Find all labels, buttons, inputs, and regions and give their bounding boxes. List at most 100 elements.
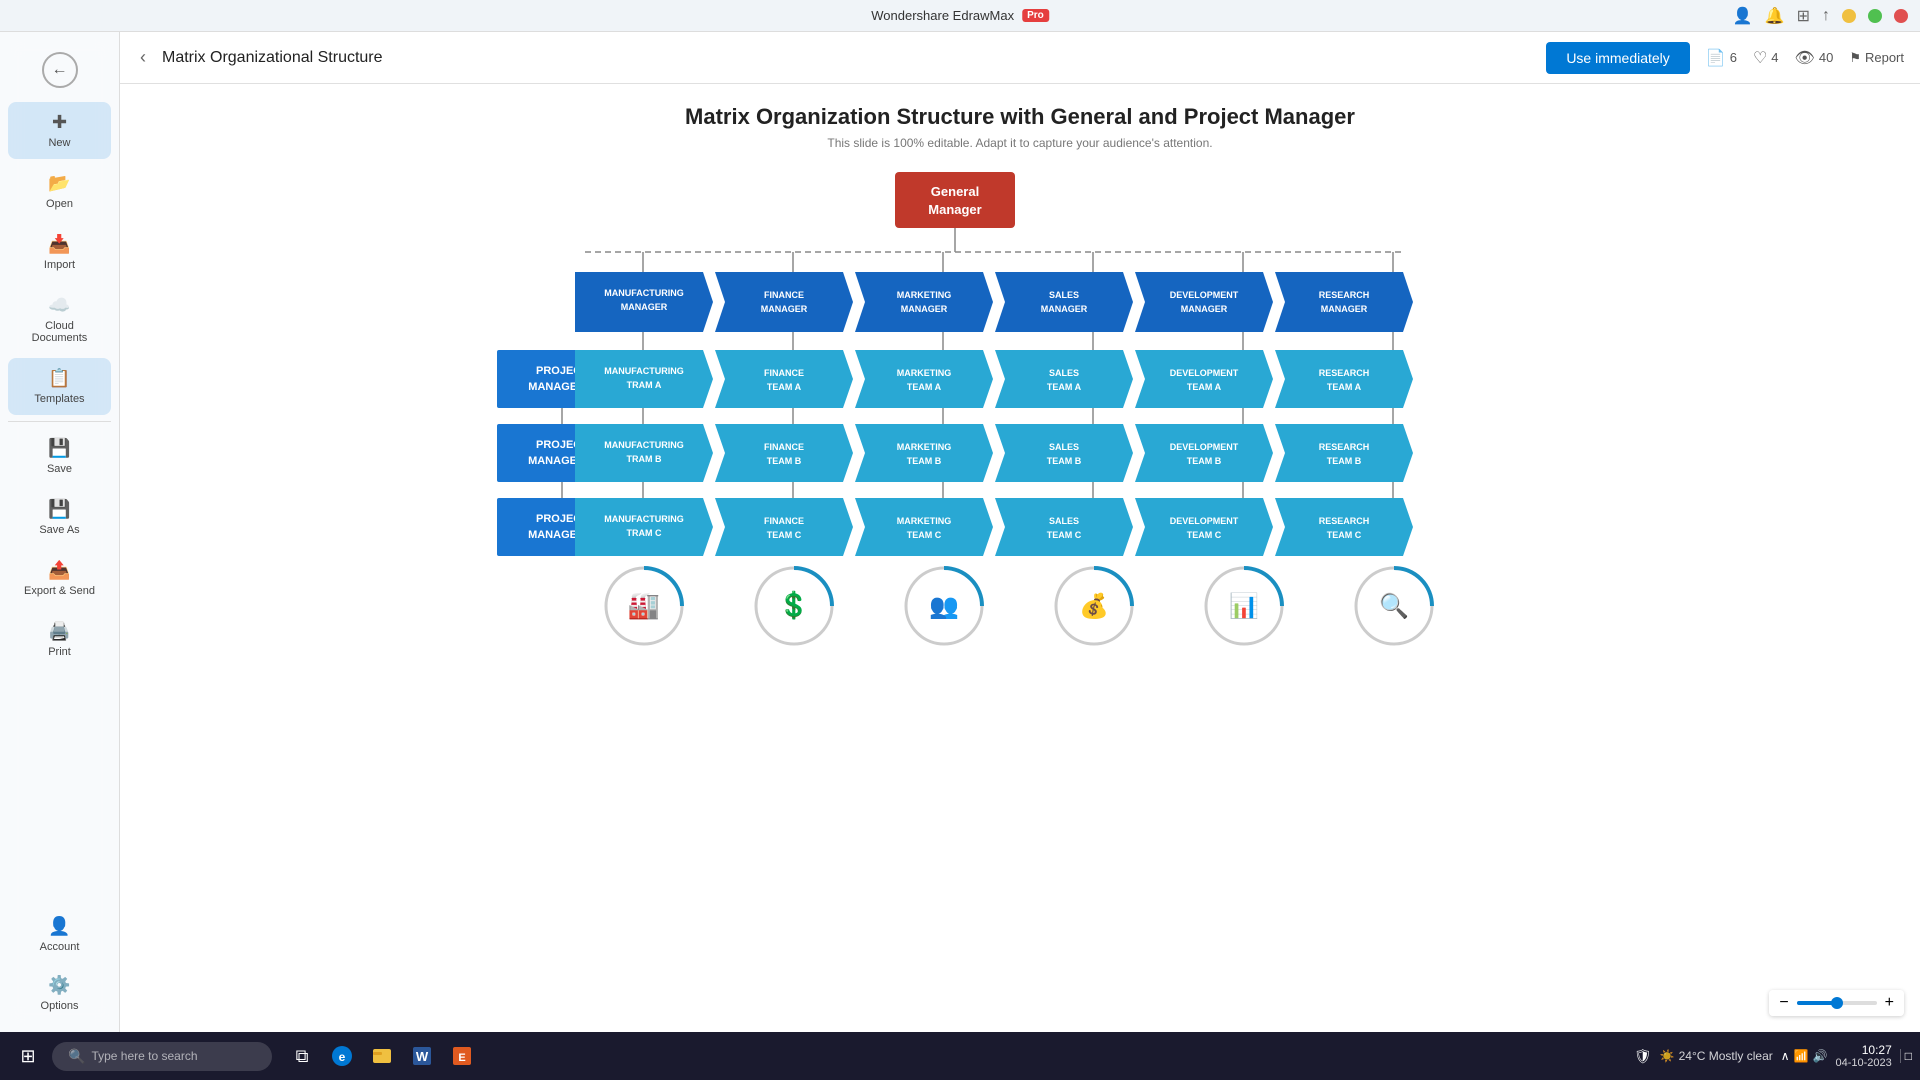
svg-text:👥: 👥	[929, 593, 959, 620]
options-icon: ⚙️	[48, 975, 70, 996]
edge-app[interactable]: e	[324, 1038, 360, 1074]
svg-text:TRAM C: TRAM C	[627, 528, 662, 538]
likes-stat: ♡ 4	[1753, 48, 1779, 68]
taskbar-notification-icon[interactable]: 🛡	[1634, 1048, 1652, 1065]
clock-time: 10:27	[1835, 1043, 1891, 1057]
diagram-title: Matrix Organization Structure with Gener…	[160, 104, 1880, 130]
sidebar-saveas-label: Save As	[39, 524, 79, 536]
sidebar-bottom: 👤 Account ⚙️ Options	[0, 904, 119, 1024]
svg-text:TEAM C: TEAM C	[1187, 530, 1222, 540]
content-area: ‹ Matrix Organizational Structure Use im…	[120, 32, 1920, 1032]
sidebar-item-import[interactable]: 📥 Import	[8, 224, 111, 281]
taskbar-datetime[interactable]: 10:27 04-10-2023	[1835, 1043, 1891, 1069]
svg-text:MARKETING: MARKETING	[897, 368, 952, 378]
svg-text:FINANCE: FINANCE	[764, 290, 804, 300]
show-desktop-icon[interactable]: □	[1900, 1049, 1912, 1063]
sidebar-item-export[interactable]: 📤 Export & Send	[8, 550, 111, 607]
titlebar-right-icons[interactable]: 👤 🔔 ⊞ ↑	[1733, 6, 1908, 26]
restore-button[interactable]	[1868, 9, 1882, 23]
sidebar-item-new[interactable]: ✚ New	[8, 102, 111, 159]
saveas-icon: 💾	[48, 499, 70, 520]
zoom-out-button[interactable]: −	[1779, 994, 1788, 1012]
windows-start-button[interactable]: ⊞	[8, 1036, 48, 1076]
svg-text:TEAM B: TEAM B	[1047, 456, 1082, 466]
svg-text:TEAM C: TEAM C	[767, 530, 802, 540]
svg-text:TEAM C: TEAM C	[907, 530, 942, 540]
flag-icon: ⚑	[1849, 50, 1861, 66]
zoom-controls[interactable]: − +	[1769, 990, 1904, 1016]
new-icon: ✚	[52, 112, 67, 133]
org-chart-container: General Manager MANUFAC	[160, 162, 1880, 742]
sidebar-item-saveas[interactable]: 💾 Save As	[8, 489, 111, 546]
copies-count: 6	[1730, 50, 1737, 65]
svg-text:W: W	[416, 1049, 429, 1064]
svg-text:MARKETING: MARKETING	[897, 290, 952, 300]
svg-text:RESEARCH: RESEARCH	[1319, 442, 1370, 452]
svg-text:TRAM A: TRAM A	[627, 380, 662, 390]
diagram-area[interactable]: Matrix Organization Structure with Gener…	[120, 84, 1920, 1032]
sidebar-save-label: Save	[47, 463, 72, 475]
sidebar-item-cloud[interactable]: ☁️ Cloud Documents	[8, 285, 111, 354]
svg-text:RESEARCH: RESEARCH	[1319, 290, 1370, 300]
toolbar: ‹ Matrix Organizational Structure Use im…	[120, 32, 1920, 84]
use-immediately-button[interactable]: Use immediately	[1546, 42, 1689, 74]
weather-text: 24°C Mostly clear	[1679, 1049, 1773, 1063]
grid-icon[interactable]: ⊞	[1797, 6, 1810, 26]
svg-text:FINANCE: FINANCE	[764, 516, 804, 526]
share-icon[interactable]: ↑	[1822, 7, 1830, 25]
svg-text:SALES: SALES	[1049, 516, 1079, 526]
toolbar-back-button[interactable]: ‹	[136, 43, 150, 72]
import-icon: 📥	[48, 234, 70, 255]
sidebar-item-account[interactable]: 👤 Account	[8, 906, 111, 963]
svg-text:TEAM A: TEAM A	[1047, 382, 1082, 392]
sidebar-item-print[interactable]: 🖨️ Print	[8, 611, 111, 668]
svg-text:DEVELOPMENT: DEVELOPMENT	[1170, 290, 1239, 300]
svg-text:🏭: 🏭	[628, 590, 660, 620]
views-stat: 👁 40	[1795, 48, 1834, 68]
views-count: 40	[1819, 50, 1833, 65]
sidebar-divider-1	[8, 421, 111, 422]
taskbar-system-icons: ∧ 📶 🔊	[1781, 1049, 1828, 1063]
clock-date: 04-10-2023	[1835, 1057, 1891, 1069]
diagram-subtitle: This slide is 100% editable. Adapt it to…	[160, 136, 1880, 150]
network-icon[interactable]: 📶	[1794, 1049, 1809, 1063]
svg-text:TEAM B: TEAM B	[907, 456, 942, 466]
volume-icon[interactable]: 🔊	[1813, 1049, 1828, 1063]
minimize-button[interactable]	[1842, 9, 1856, 23]
chevron-up-icon[interactable]: ∧	[1781, 1049, 1790, 1063]
svg-text:TEAM A: TEAM A	[767, 382, 802, 392]
sidebar-item-templates[interactable]: 📋 Templates	[8, 358, 111, 415]
report-button[interactable]: ⚑ Report	[1849, 50, 1904, 66]
taskbar-search-box[interactable]: 🔍 Type here to search	[52, 1042, 272, 1071]
edraw-app[interactable]: E	[444, 1038, 480, 1074]
main-layout: ← ✚ New 📂 Open 📥 Import ☁️ Cloud Documen…	[0, 32, 1920, 1032]
svg-text:MANAGER: MANAGER	[901, 304, 948, 314]
svg-text:TEAM C: TEAM C	[1327, 530, 1362, 540]
svg-text:SALES: SALES	[1049, 442, 1079, 452]
sidebar-item-options[interactable]: ⚙️ Options	[8, 965, 111, 1022]
svg-text:DEVELOPMENT: DEVELOPMENT	[1170, 368, 1239, 378]
bell-icon[interactable]: 🔔	[1765, 6, 1785, 26]
app-title: Wondershare EdrawMax	[871, 8, 1014, 23]
zoom-in-button[interactable]: +	[1885, 994, 1894, 1012]
sidebar-item-open[interactable]: 📂 Open	[8, 163, 111, 220]
zoom-thumb[interactable]	[1831, 997, 1843, 1009]
back-circle[interactable]: ←	[42, 52, 78, 88]
word-app[interactable]: W	[404, 1038, 440, 1074]
svg-text:TEAM B: TEAM B	[1187, 456, 1222, 466]
svg-text:e: e	[339, 1050, 346, 1064]
svg-text:MANAGER: MANAGER	[1181, 304, 1228, 314]
close-button[interactable]	[1894, 9, 1908, 23]
titlebar: Wondershare EdrawMax Pro 👤 🔔 ⊞ ↑	[0, 0, 1920, 32]
sidebar-back[interactable]: ←	[8, 44, 111, 96]
print-icon: 🖨️	[48, 621, 70, 642]
taskview-app[interactable]: ⧉	[284, 1038, 320, 1074]
save-icon: 💾	[48, 438, 70, 459]
explorer-app[interactable]	[364, 1038, 400, 1074]
sidebar-item-save[interactable]: 💾 Save	[8, 428, 111, 485]
svg-text:MANAGER: MANAGER	[1041, 304, 1088, 314]
titlebar-center: Wondershare EdrawMax Pro	[871, 8, 1049, 23]
zoom-slider[interactable]	[1797, 1001, 1877, 1005]
svg-text:📊: 📊	[1229, 592, 1259, 620]
templates-icon: 📋	[48, 368, 70, 389]
